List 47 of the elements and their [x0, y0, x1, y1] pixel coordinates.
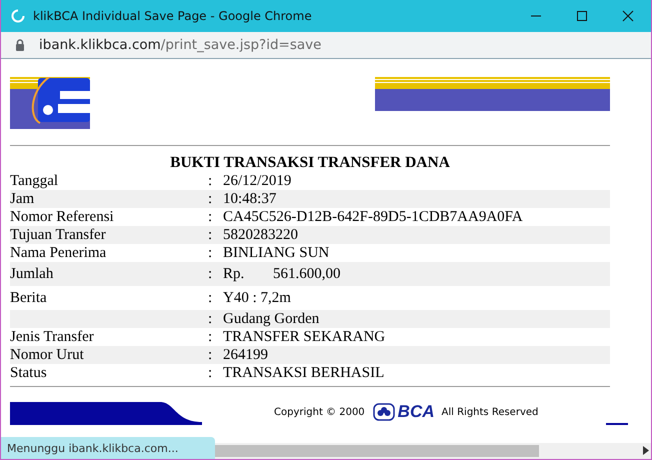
colon: :: [208, 244, 214, 262]
footer-rule: [606, 423, 628, 425]
field-value: 10:48:37: [223, 190, 276, 208]
field-label: Nomor Referensi: [10, 208, 115, 226]
colon: :: [208, 226, 214, 244]
field-value: CA45C526-D12B-642F-89D5-1CDB7AA9A0FA: [223, 208, 523, 226]
colon: :: [208, 172, 214, 190]
maximize-icon: [576, 10, 588, 22]
colon: :: [208, 208, 214, 226]
colon: :: [208, 265, 214, 284]
field-label: Jam: [10, 190, 36, 208]
colon: :: [208, 289, 214, 308]
field-value: BINLIANG SUN: [223, 244, 330, 262]
field-value: Y40 : 7,2m: [223, 289, 291, 308]
field-value: 264199: [223, 346, 268, 364]
copyright-text: Copyright © 2000: [274, 406, 365, 418]
field-label: Tujuan Transfer: [10, 226, 107, 244]
field-label: Berita: [10, 289, 48, 308]
logo-icon: [10, 77, 90, 129]
field-label: Jumlah: [10, 265, 54, 284]
status-toast: Menunggu ibank.klikbca.com...: [1, 437, 215, 459]
window-title: klikBCA Individual Save Page - Google Chrome: [33, 9, 313, 23]
field-label: Tanggal: [10, 172, 60, 190]
colon: :: [208, 346, 214, 364]
rights-text: All Rights Reserved: [442, 406, 538, 418]
close-icon: [622, 10, 634, 22]
field-value: TRANSFER SEKARANG: [223, 328, 386, 346]
receipt-title: BUKTI TRANSAKSI TRANSFER DANA: [169, 154, 451, 172]
colon: :: [208, 190, 214, 208]
lock-icon: [15, 39, 25, 51]
field-label: Jenis Transfer: [10, 328, 95, 346]
field-value: 561.600,00: [273, 265, 340, 284]
field-label: Nama Penerima: [10, 244, 108, 262]
colon: :: [208, 364, 214, 382]
colon: :: [208, 328, 214, 346]
field-label: Nomor Urut: [10, 346, 85, 364]
brand-logo: BCA: [398, 402, 435, 422]
field-label: Status: [10, 364, 48, 382]
currency: Rp.: [223, 265, 246, 284]
field-value: Gudang Gorden: [223, 310, 320, 328]
field-value: TRANSAKSI BERHASIL: [223, 364, 384, 382]
field-value: 5820283220: [223, 226, 298, 244]
colon: :: [208, 310, 214, 328]
bank-emblem-icon: [372, 403, 395, 421]
field-value: 26/12/2019: [223, 172, 292, 190]
loading-icon: [11, 9, 25, 23]
scroll-right-icon[interactable]: [643, 446, 649, 455]
